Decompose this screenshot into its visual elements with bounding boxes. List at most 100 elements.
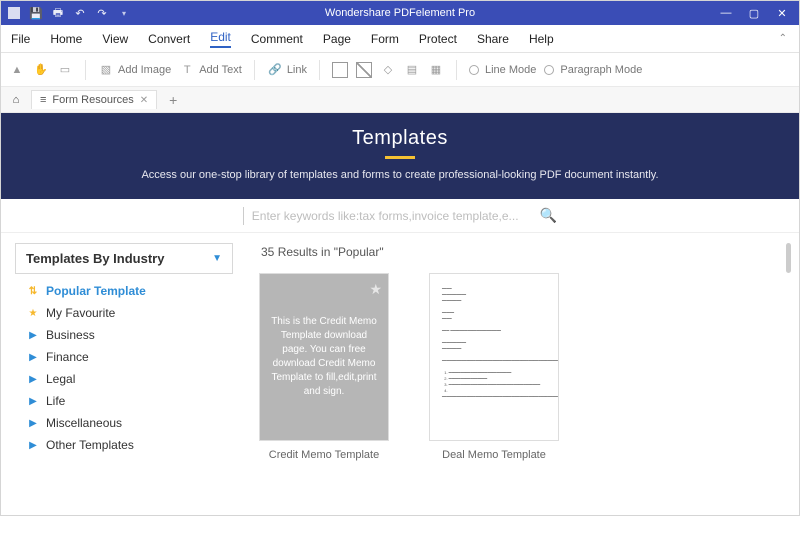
search-icon[interactable]: 🔍 xyxy=(540,207,557,224)
templates-banner: Templates Access our one-stop library of… xyxy=(1,113,799,199)
scrollbar[interactable] xyxy=(786,243,791,273)
bates-icon[interactable]: ▦ xyxy=(428,62,444,78)
maximize-button[interactable]: ▢ xyxy=(747,7,761,20)
triangle-icon: ▶ xyxy=(27,440,39,451)
template-caption: Credit Memo Template xyxy=(259,449,389,461)
home-tab-icon[interactable]: ⌂ xyxy=(7,94,25,106)
content-area: Templates By Industry ▼ ⇅ Popular Templat… xyxy=(1,233,799,541)
quick-access-toolbar: 💾 🖶 ↶ ↷ ▾ xyxy=(1,6,131,20)
link-button[interactable]: 🔗Link xyxy=(267,62,307,78)
cat-label: Life xyxy=(46,394,65,408)
triangle-icon: ▶ xyxy=(27,374,39,385)
background-icon[interactable]: ◇ xyxy=(380,62,396,78)
menu-convert[interactable]: Convert xyxy=(148,32,190,46)
results-count: 35 xyxy=(261,245,274,259)
sidebar-heading-label: Templates By Industry xyxy=(26,251,164,266)
triangle-icon: ▶ xyxy=(27,352,39,363)
edit-toolbar: ▲ ✋ ▭ ▧ Add Image T Add Text 🔗Link ◇ ▤ ▦ L… xyxy=(1,53,799,87)
doc-preview-icon: ━━━━━━━━━━━━━━━━━━━━━━━━━━━━━━━━━━ ━━━━━… xyxy=(430,274,558,440)
cat-finance[interactable]: ▶ Finance xyxy=(17,346,231,368)
hand-icon[interactable]: ✋ xyxy=(33,62,49,78)
select-icon[interactable]: ▭ xyxy=(57,62,73,78)
crop-icon[interactable] xyxy=(332,62,348,78)
favourite-star-icon[interactable]: ★ xyxy=(369,280,382,300)
cat-label: Finance xyxy=(46,350,89,364)
menu-home[interactable]: Home xyxy=(50,32,82,46)
new-tab-button[interactable]: + xyxy=(163,93,183,107)
redo-icon[interactable]: ↷ xyxy=(95,6,109,20)
separator xyxy=(85,60,86,80)
image-icon: ▧ xyxy=(98,62,114,78)
save-icon[interactable]: 💾 xyxy=(29,6,43,20)
watermark-icon[interactable] xyxy=(356,62,372,78)
results-label: Results in "Popular" xyxy=(274,245,383,259)
cat-legal[interactable]: ▶ Legal xyxy=(17,368,231,390)
triangle-icon: ▶ xyxy=(27,396,39,407)
template-grid: ★ This is the Credit Memo Template downl… xyxy=(259,273,785,461)
undo-icon[interactable]: ↶ xyxy=(73,6,87,20)
cat-misc[interactable]: ▶Miscellaneous xyxy=(17,412,231,434)
triangle-icon: ▶ xyxy=(27,418,39,429)
template-card[interactable]: ━━━━━━━━━━━━━━━━━━━━━━━━━━━━━━━━━━ ━━━━━… xyxy=(429,273,559,461)
separator xyxy=(254,60,255,80)
minimize-button[interactable]: ― xyxy=(719,7,733,20)
add-text-label: Add Text xyxy=(199,64,242,76)
radio-icon xyxy=(469,65,479,75)
separator xyxy=(456,60,457,80)
tab-close-icon[interactable]: ✕ xyxy=(140,95,148,106)
search-input[interactable]: Enter keywords like:tax forms,invoice te… xyxy=(252,209,532,223)
cat-business[interactable]: ▶ Business xyxy=(17,324,231,346)
banner-title: Templates xyxy=(21,127,779,150)
popular-icon: ⇅ xyxy=(27,286,39,297)
category-sidebar: Templates By Industry ▼ ⇅ Popular Templat… xyxy=(15,243,233,531)
qat-dropdown-icon[interactable]: ▾ xyxy=(117,6,131,20)
tab-label: Form Resources xyxy=(52,94,133,106)
document-tabs: ⌂ ≡ Form Resources ✕ + xyxy=(1,87,799,113)
search-cursor xyxy=(243,207,244,225)
cat-label: Popular Template xyxy=(46,284,146,298)
menu-edit[interactable]: Edit xyxy=(210,30,231,48)
paragraph-mode-radio[interactable]: Paragraph Mode xyxy=(544,64,642,76)
menu-protect[interactable]: Protect xyxy=(419,32,457,46)
titlebar: 💾 🖶 ↶ ↷ ▾ Wondershare PDFelement Pro ― ▢… xyxy=(1,1,799,25)
text-icon: T xyxy=(179,62,195,78)
add-text-button[interactable]: T Add Text xyxy=(179,62,242,78)
template-card[interactable]: ★ This is the Credit Memo Template downl… xyxy=(259,273,389,461)
star-icon: ★ xyxy=(27,308,39,319)
menu-help[interactable]: Help xyxy=(529,32,554,46)
menu-bar: File Home View Convert Edit Comment Page… xyxy=(1,25,799,53)
template-thumbnail: ━━━━━━━━━━━━━━━━━━━━━━━━━━━━━━━━━━ ━━━━━… xyxy=(429,273,559,441)
line-mode-radio[interactable]: Line Mode xyxy=(469,64,536,76)
header-icon[interactable]: ▤ xyxy=(404,62,420,78)
menu-share[interactable]: Share xyxy=(477,32,509,46)
line-mode-label: Line Mode xyxy=(485,64,536,76)
banner-subtitle: Access our one-stop library of templates… xyxy=(21,169,779,181)
print-icon[interactable]: 🖶 xyxy=(51,6,65,20)
banner-underline xyxy=(385,156,415,159)
menu-comment[interactable]: Comment xyxy=(251,32,303,46)
sidebar-heading[interactable]: Templates By Industry ▼ xyxy=(15,243,233,274)
cat-popular[interactable]: ⇅ Popular Template xyxy=(17,280,231,302)
paragraph-mode-label: Paragraph Mode xyxy=(560,64,642,76)
add-image-label: Add Image xyxy=(118,64,171,76)
tab-doc-icon: ≡ xyxy=(40,94,46,106)
cat-favourite[interactable]: ★My Favourite xyxy=(17,302,231,324)
app-logo-icon xyxy=(7,6,21,20)
cat-life[interactable]: ▶ Life xyxy=(17,390,231,412)
cat-label: Business xyxy=(46,328,95,342)
add-image-button[interactable]: ▧ Add Image xyxy=(98,62,171,78)
collapse-ribbon-icon[interactable]: ⌃ xyxy=(779,33,787,44)
template-thumbnail: ★ This is the Credit Memo Template downl… xyxy=(259,273,389,441)
pointer-icon[interactable]: ▲ xyxy=(9,62,25,78)
cat-label: Legal xyxy=(46,372,75,386)
close-button[interactable]: ✕ xyxy=(775,7,789,20)
menu-file[interactable]: File xyxy=(11,32,30,46)
menu-view[interactable]: View xyxy=(102,32,128,46)
menu-form[interactable]: Form xyxy=(371,32,399,46)
cat-other[interactable]: ▶Other Templates xyxy=(17,434,231,456)
triangle-icon: ▶ xyxy=(27,330,39,341)
chevron-down-icon: ▼ xyxy=(212,253,222,264)
tab-form-resources[interactable]: ≡ Form Resources ✕ xyxy=(31,90,157,109)
menu-page[interactable]: Page xyxy=(323,32,351,46)
link-icon: 🔗 xyxy=(267,62,283,78)
